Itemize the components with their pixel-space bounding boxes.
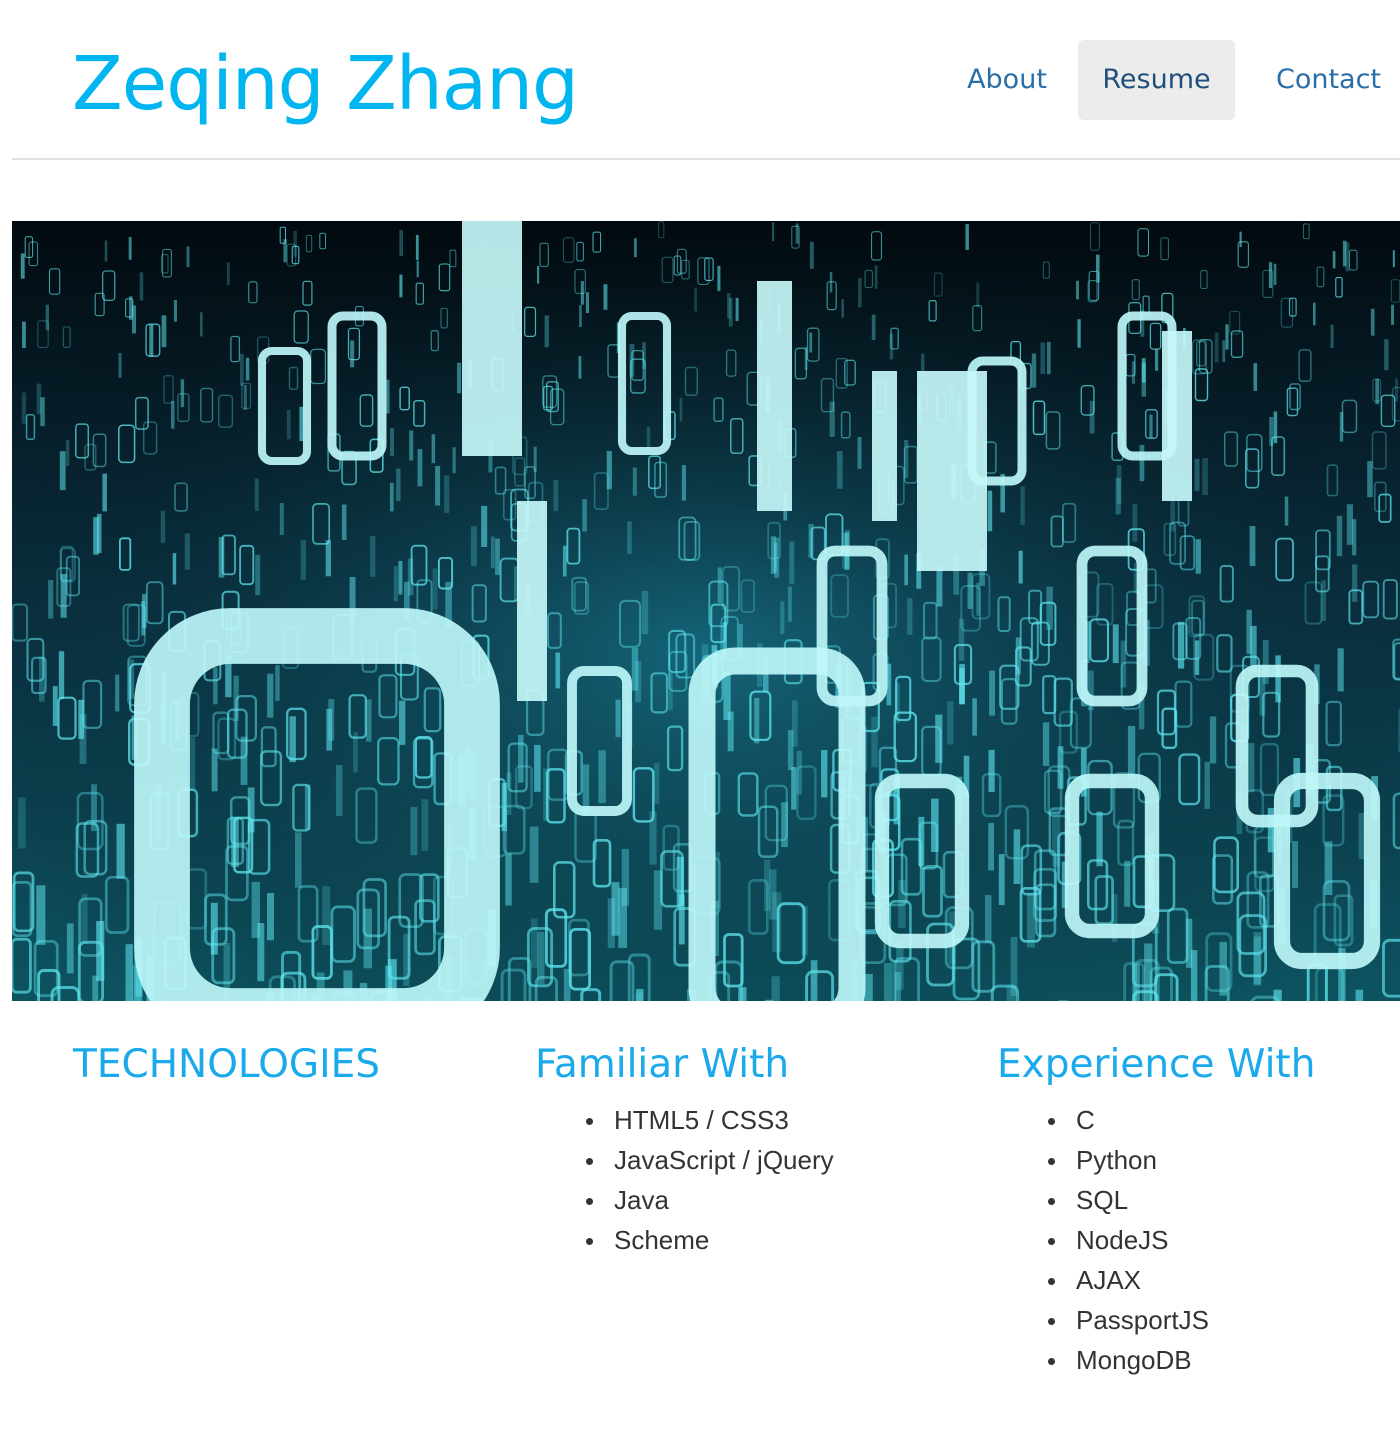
binary-code-hero-image [12,221,1400,1001]
list-item: JavaScript / jQuery [586,1140,955,1180]
list-item: AJAX [1048,1260,1397,1300]
main-nav: About Resume Contact [12,40,1400,120]
familiar-with-section: Familiar With HTML5 / CSS3 JavaScript / … [535,1030,955,1260]
familiar-with-list: HTML5 / CSS3 JavaScript / jQuery Java Sc… [535,1100,955,1260]
list-item: Scheme [586,1220,955,1260]
familiar-with-heading: Familiar With [535,1042,790,1087]
list-item: HTML5 / CSS3 [586,1100,955,1140]
list-item: Java [586,1180,955,1220]
nav-contact-link[interactable]: Contact [1257,40,1400,120]
list-item: NodeJS [1048,1220,1397,1260]
technologies-heading: TECHNOLOGIES [73,1042,381,1087]
hero-image [12,221,1400,1001]
experience-with-heading: Experience With [997,1042,1316,1087]
list-item: PassportJS [1048,1300,1397,1340]
experience-with-section: Experience With C Python SQL NodeJS AJAX… [997,1030,1397,1380]
experience-with-list: C Python SQL NodeJS AJAX PassportJS Mong… [997,1100,1397,1380]
list-item: MongoDB [1048,1340,1397,1380]
technologies-section: TECHNOLOGIES [73,1030,493,1100]
site-header: Zeqing Zhang About Resume Contact [12,0,1400,160]
list-item: SQL [1048,1180,1397,1220]
list-item: C [1048,1100,1397,1140]
list-item: Python [1048,1140,1397,1180]
nav-resume-link[interactable]: Resume [1078,40,1235,120]
nav-about-link[interactable]: About [947,40,1067,120]
